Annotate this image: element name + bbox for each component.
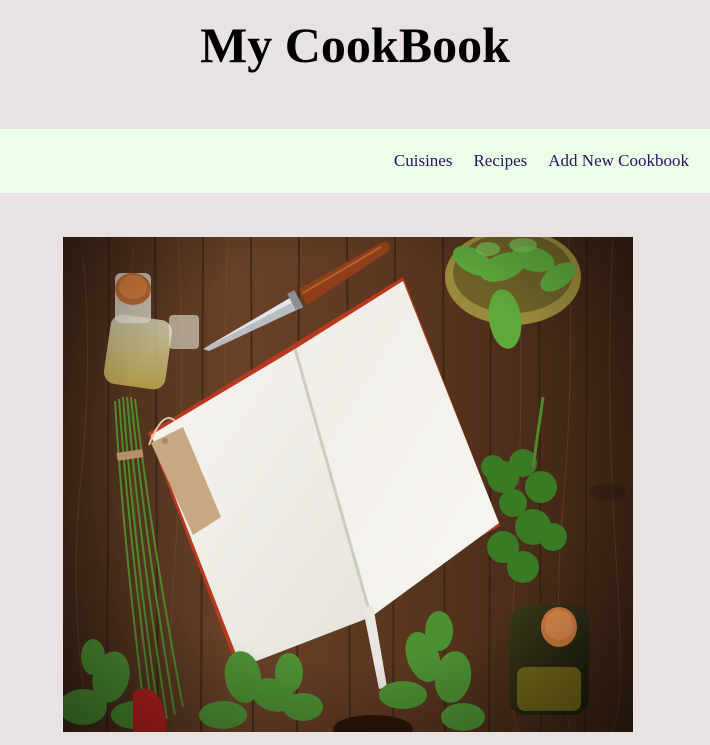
- nav-link-add-new-cookbook[interactable]: Add New Cookbook: [548, 151, 689, 171]
- navbar: Cuisines Recipes Add New Cookbook: [0, 129, 710, 193]
- nav-link-recipes[interactable]: Recipes: [473, 151, 527, 171]
- nav-links: Cuisines Recipes Add New Cookbook: [394, 151, 689, 171]
- hero-image: [63, 237, 633, 732]
- nav-link-cuisines[interactable]: Cuisines: [394, 151, 453, 171]
- site-title: My CookBook: [200, 17, 510, 73]
